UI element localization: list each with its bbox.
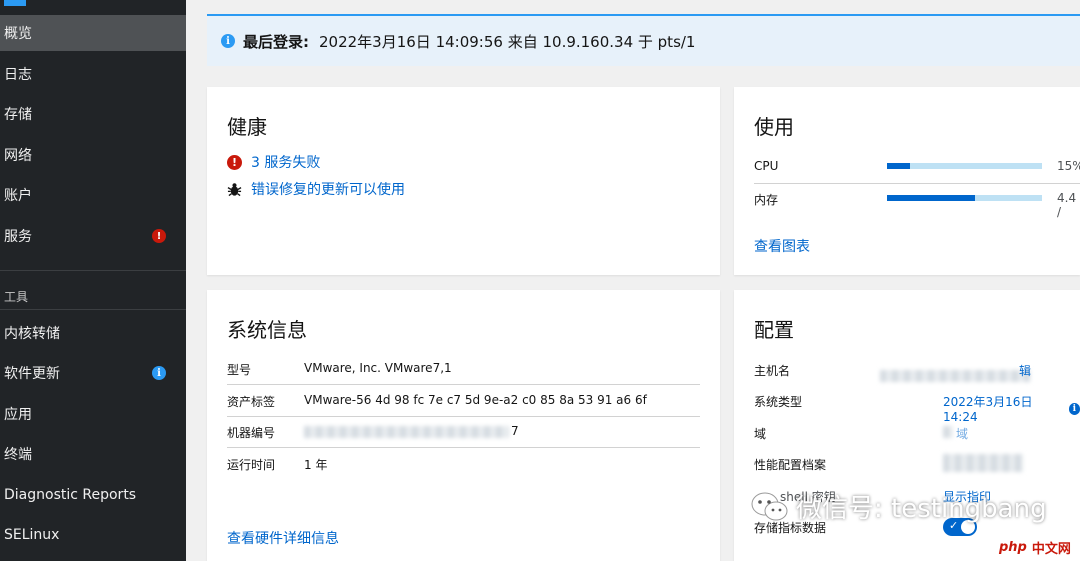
cpu-label: CPU: [754, 159, 779, 173]
cpu-progress-fill: [887, 163, 911, 169]
sidebar-item-services[interactable]: 服务 !: [0, 218, 186, 254]
bugfix-updates-row: 错误修复的更新可以使用: [227, 179, 405, 199]
sidebar-item-overview[interactable]: 概览: [0, 15, 186, 51]
services-error-badge-icon: !: [152, 229, 166, 243]
brand-logo: [4, 0, 26, 6]
domain-link[interactable]: 域: [956, 425, 968, 442]
alert-title: 最后登录:: [243, 32, 309, 51]
configuration-title: 配置: [754, 318, 794, 342]
system-info-card: 系统信息 型号 VMware, Inc. VMware7,1 资产标签 VMwa…: [207, 290, 720, 561]
cpu-progress-bar: [887, 163, 1042, 169]
asset-tag-label: 资产标签: [227, 395, 276, 409]
system-info-title: 系统信息: [227, 318, 307, 342]
memory-value: 4.4 /: [1057, 191, 1077, 219]
machine-id-value: 7: [511, 424, 519, 438]
cpu-value: 15%: [1057, 159, 1080, 173]
memory-progress-fill: [887, 195, 976, 201]
sidebar-item-storage[interactable]: 存储: [0, 96, 186, 132]
row-divider: [754, 183, 1080, 184]
info-icon: i: [221, 34, 235, 48]
uptime-value: 1 年: [304, 458, 328, 472]
sidebar-item-accounts[interactable]: 账户: [0, 177, 186, 213]
row-divider: [227, 447, 700, 448]
wechat-logo-icon: [750, 490, 790, 524]
row-divider: [227, 384, 700, 385]
sidebar-item-terminal[interactable]: 终端: [0, 436, 186, 472]
hostname-edit-link[interactable]: 辑: [1019, 362, 1031, 379]
asset-tag-value: VMware-56 4d 98 fc 7e c7 5d 9e-a2 c0 85 …: [304, 393, 647, 407]
sidebar-item-kdump[interactable]: 内核转储: [0, 315, 186, 351]
sidebar-item-label: 账户: [4, 188, 32, 204]
usage-card-title: 使用: [754, 115, 794, 139]
hostname-redacted: [880, 370, 1030, 382]
bug-icon: [227, 182, 242, 197]
sidebar-item-software-updates[interactable]: 软件更新 i: [0, 355, 186, 391]
sidebar-item-label: Diagnostic Reports: [4, 487, 137, 503]
machine-id-label: 机器编号: [227, 426, 276, 440]
sidebar-item-label: 服务: [4, 229, 32, 245]
uptime-label: 运行时间: [227, 458, 276, 472]
health-card-title: 健康: [227, 115, 267, 139]
bugfix-updates-link[interactable]: 错误修复的更新可以使用: [251, 179, 405, 199]
sidebar-item-label: 内核转储: [4, 326, 60, 342]
performance-profile-redacted: [943, 454, 1023, 472]
sidebar-item-label: 应用: [4, 407, 32, 423]
row-divider: [227, 416, 700, 417]
info-icon: i: [1068, 402, 1080, 415]
wechat-watermark: 微信号: testingbang: [750, 488, 1047, 525]
nav-sidebar: 概览 日志 存储 网络 账户 服务 ! 工具 内核转储 软件更新 i 应用 终端…: [0, 0, 186, 561]
failed-services-row: ! 3 服务失败: [227, 152, 320, 172]
site-name-text: 中文网: [1031, 542, 1071, 557]
failed-services-link[interactable]: 3 服务失败: [251, 152, 320, 172]
health-card: 健康 ! 3 服务失败 错误修复的更新可以使用: [207, 87, 720, 275]
sidebar-item-label: 概览: [4, 26, 32, 42]
system-time-link[interactable]: 2022年3月16日 14:24 i: [943, 393, 1080, 424]
memory-progress-bar: [887, 195, 1042, 201]
watermark-text: 微信号: testingbang: [796, 494, 1047, 524]
sidebar-item-applications[interactable]: 应用: [0, 396, 186, 432]
sidebar-item-label: 存储: [4, 107, 32, 123]
domain-redacted: [943, 426, 953, 438]
last-login-alert: i 最后登录: 2022年3月16日 14:09:56 来自 10.9.160.…: [207, 14, 1080, 66]
hostname-label: 主机名: [754, 364, 791, 378]
sidebar-item-label: 软件更新: [4, 366, 60, 382]
sidebar-item-label: SELinux: [4, 527, 60, 543]
sidebar-divider: [0, 309, 186, 310]
alert-text: 2022年3月16日 14:09:56 来自 10.9.160.34 于 pts…: [319, 32, 696, 51]
view-charts-link[interactable]: 查看图表: [754, 236, 810, 256]
system-time-value: 2022年3月16日 14:24: [943, 395, 1033, 424]
sidebar-section-tools: 工具: [4, 290, 29, 304]
domain-label: 域: [754, 427, 767, 441]
error-circle-icon: !: [227, 154, 242, 170]
php-logo-text: php: [996, 540, 1030, 555]
usage-card: 使用 CPU 15% 内存 4.4 / 查看图表: [734, 87, 1080, 275]
machine-id-redacted: [304, 426, 509, 438]
sidebar-item-logs[interactable]: 日志: [0, 56, 186, 92]
sidebar-item-label: 日志: [4, 67, 32, 83]
performance-profile-label: 性能配置档案: [754, 458, 827, 472]
sidebar-divider: [0, 270, 186, 271]
model-value: VMware, Inc. VMware7,1: [304, 361, 452, 375]
system-time-label: 系统类型: [754, 395, 803, 409]
model-label: 型号: [227, 363, 252, 377]
sidebar-item-diagnostic-reports[interactable]: Diagnostic Reports: [0, 477, 186, 513]
sidebar-item-networking[interactable]: 网络: [0, 137, 186, 173]
sidebar-item-selinux[interactable]: SELinux: [0, 517, 186, 553]
sidebar-item-label: 终端: [4, 447, 32, 463]
memory-label: 内存: [754, 193, 779, 207]
hardware-details-link[interactable]: 查看硬件详细信息: [227, 528, 339, 548]
sidebar-item-label: 网络: [4, 148, 32, 164]
php-site-watermark: php 中文网: [996, 538, 1071, 557]
updates-info-badge-icon: i: [152, 366, 166, 380]
